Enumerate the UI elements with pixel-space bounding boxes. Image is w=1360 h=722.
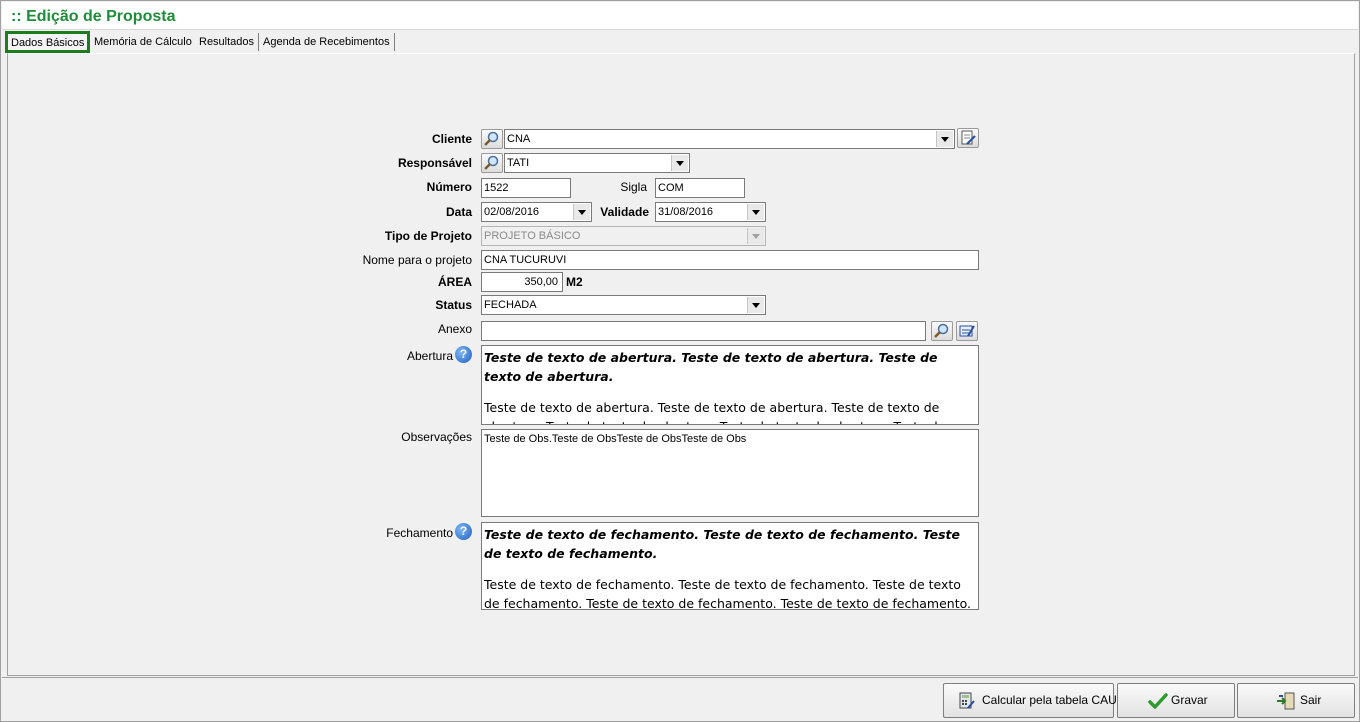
sigla-label: Sigla [620, 180, 647, 194]
abertura-bold-text: Teste de texto de abertura. Teste de tex… [484, 350, 938, 384]
data-value: 02/08/2016 [484, 206, 540, 218]
responsavel-search-button[interactable] [481, 153, 503, 173]
exit-door-icon [1276, 692, 1296, 710]
tab-memoria-de-calculo[interactable]: Memória de Cálculo [90, 33, 197, 51]
nome-projeto-label: Nome para o projeto [362, 253, 472, 267]
cliente-value: CNA [507, 133, 531, 145]
abertura-plain-text: Teste de texto de abertura. Teste de tex… [484, 400, 945, 424]
responsavel-value: TATI [507, 157, 530, 169]
gravar-label: Gravar [1171, 693, 1208, 707]
numero-label: Número [426, 180, 472, 194]
chevron-down-icon[interactable] [747, 297, 764, 313]
fechamento-plain-text: Teste de texto de fechamento. Teste de t… [484, 577, 971, 610]
cliente-search-button[interactable] [481, 129, 503, 149]
document-edit-icon [961, 130, 976, 145]
tab-agenda-de-recebimentos[interactable]: Agenda de Recebimentos [259, 33, 395, 51]
magnifier-icon [484, 131, 499, 146]
open-file-icon [959, 325, 975, 337]
validade-label: Validade [600, 205, 649, 219]
calculator-icon [956, 692, 976, 710]
proposal-edit-window: :: Edição de Proposta Dados Básicos Memó… [0, 0, 1360, 722]
data-date-picker[interactable]: 02/08/2016 [481, 202, 592, 222]
tipo-projeto-label: Tipo de Projeto [384, 229, 472, 243]
cliente-edit-button[interactable] [957, 128, 979, 148]
check-icon [1148, 692, 1168, 710]
fechamento-rich-text[interactable]: Teste de texto de fechamento. Teste de t… [481, 522, 979, 610]
tipo-projeto-combo: PROJETO BÁSICO [481, 226, 766, 246]
anexo-search-button[interactable] [931, 321, 953, 341]
abertura-rich-text[interactable]: Teste de texto de abertura. Teste de tex… [481, 345, 979, 425]
calcular-label: Calcular pela tabela CAU [982, 693, 1117, 707]
responsavel-label: Responsável [397, 156, 472, 170]
chevron-down-icon[interactable] [936, 131, 953, 147]
validade-value: 31/08/2016 [658, 206, 714, 218]
status-label: Status [435, 298, 472, 312]
magnifier-icon [484, 155, 499, 170]
chevron-down-icon[interactable] [573, 204, 590, 220]
calcular-tabela-cau-button[interactable]: Calcular pela tabela CAU [943, 683, 1117, 718]
anexo-label: Anexo [437, 322, 472, 336]
chevron-down-icon[interactable] [671, 155, 688, 171]
window-title: :: Edição de Proposta [11, 8, 176, 25]
area-unit: M2 [566, 275, 583, 289]
nome-projeto-input[interactable]: CNA TUCURUVI [481, 250, 979, 270]
sair-label: Sair [1300, 693, 1322, 707]
sigla-input[interactable]: COM [655, 178, 745, 198]
fechamento-label: Fechamento [386, 526, 453, 540]
cliente-label: Cliente [431, 132, 472, 146]
action-bar: Calcular pela tabela CAU Gravar Sair [2, 677, 1358, 721]
gravar-button[interactable]: Gravar [1117, 683, 1235, 718]
title-bar: :: Edição de Proposta [2, 2, 1358, 30]
observacoes-label: Observações [401, 430, 472, 444]
cliente-combo[interactable]: CNA [504, 129, 955, 149]
observacoes-textarea[interactable]: Teste de Obs.Teste de ObsTeste de ObsTes… [481, 429, 979, 517]
chevron-down-icon[interactable] [747, 204, 764, 220]
abertura-label: Abertura [406, 349, 453, 363]
anexo-open-button[interactable] [956, 321, 978, 341]
help-icon[interactable]: ? [455, 523, 472, 540]
validade-date-picker[interactable]: 31/08/2016 [655, 202, 766, 222]
help-icon[interactable]: ? [455, 346, 472, 363]
numero-input[interactable]: 1522 [481, 178, 571, 198]
responsavel-combo[interactable]: TATI [504, 153, 690, 173]
status-combo[interactable]: FECHADA [481, 295, 766, 315]
area-input[interactable]: 350,00 [481, 272, 563, 292]
tipo-projeto-value: PROJETO BÁSICO [484, 230, 581, 242]
status-value: FECHADA [484, 299, 537, 311]
area-label: ÁREA [437, 275, 472, 289]
tab-strip: Dados Básicos Memória de Cálculo Resulta… [5, 31, 1357, 53]
chevron-down-icon [747, 228, 764, 244]
tab-resultados[interactable]: Resultados [195, 33, 260, 51]
tab-dados-basicos[interactable]: Dados Básicos [5, 31, 91, 53]
data-label: Data [445, 205, 472, 219]
fechamento-bold-text: Teste de texto de fechamento. Teste de t… [484, 527, 960, 561]
anexo-input[interactable] [481, 321, 926, 341]
sair-button[interactable]: Sair [1237, 683, 1355, 718]
magnifier-icon [934, 323, 949, 338]
